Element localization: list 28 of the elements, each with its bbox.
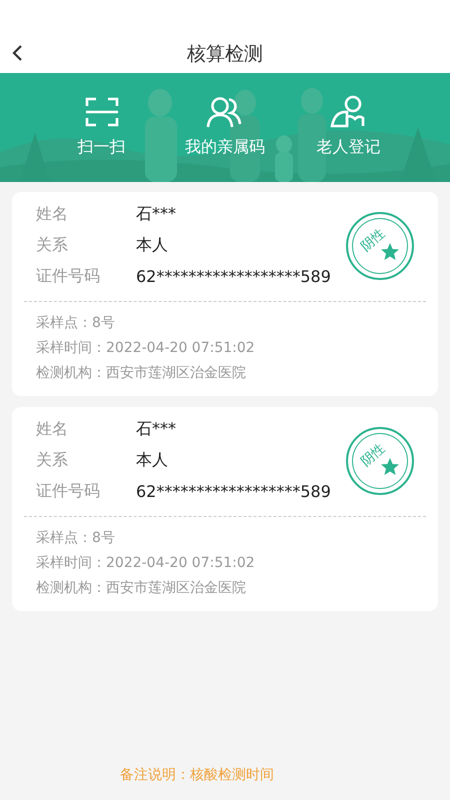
scan-icon[interactable] [84,95,120,129]
field-label: 姓名 [35,419,69,440]
field-label: 关系 [35,235,69,256]
field-label: 关系 [35,450,69,471]
field-value: 62******************589 [136,267,331,286]
detail-text: 采样时间：2022-04-20 07:51:02 [36,554,256,572]
detail-text: 采样时间：2022-04-20 07:51:02 [36,339,256,357]
field-value: 本人 [136,235,168,256]
field-value: 本人 [136,450,168,471]
person-icon[interactable] [329,95,368,129]
field-label: 姓名 [35,204,69,225]
shortcut-label[interactable]: 扫一扫 [78,137,126,158]
field-label: 证件号码 [35,481,101,502]
field-value: 62******************589 [136,482,331,501]
page-title: 核算检测 [187,42,263,66]
shortcut-label[interactable]: 我的亲属码 [184,137,265,158]
detail-text: 采样点：8号 [36,529,116,547]
shortcut-label[interactable]: 老人登记 [316,137,380,158]
detail-text: 检测机构：西安市莲湖区治金医院 [36,579,247,597]
detail-text: 检测机构：西安市莲湖区治金医院 [36,364,247,382]
result-stamp: 阴性 [346,427,414,495]
result-stamp: 阴性 [346,212,414,280]
field-value: 石*** [136,419,176,440]
back-icon[interactable] [11,44,23,62]
field-value: 石*** [136,204,176,225]
field-label: 证件号码 [35,266,101,287]
note-text: 备注说明：核酸检测时间 [119,766,274,784]
detail-text: 采样点：8号 [36,314,116,332]
